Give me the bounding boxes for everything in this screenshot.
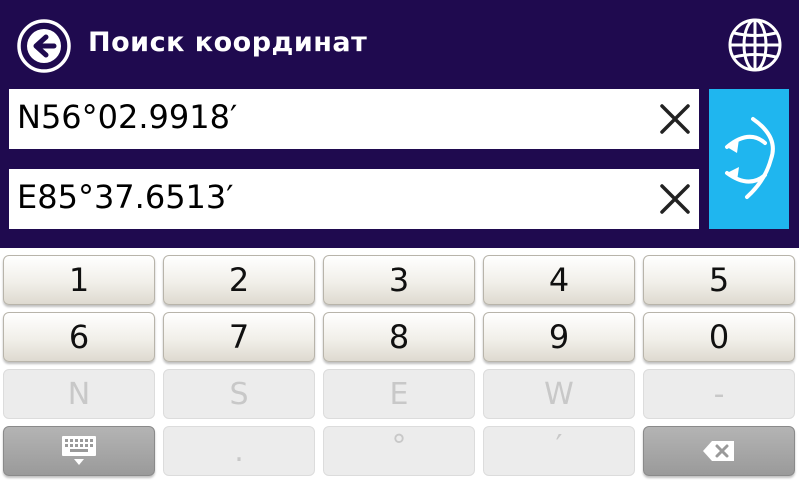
keyboard-toggle-button[interactable] — [3, 426, 155, 476]
key-e[interactable]: E — [323, 369, 475, 419]
clear-latitude-button[interactable] — [653, 97, 697, 141]
back-button[interactable] — [16, 18, 72, 74]
close-icon — [660, 104, 690, 134]
key-n[interactable]: N — [3, 369, 155, 419]
close-icon — [660, 184, 690, 214]
arrow-left-circle-icon — [17, 19, 71, 73]
coordinate-keyboard: 1 2 3 4 5 6 7 8 9 0 N S E W - . ° ′ — [0, 248, 799, 480]
key-6[interactable]: 6 — [3, 312, 155, 362]
backspace-icon — [703, 441, 734, 461]
key-minus[interactable]: - — [643, 369, 795, 419]
longitude-value: E85°37.6513′ — [17, 178, 234, 216]
key-minute[interactable]: ′ — [483, 426, 635, 476]
longitude-field[interactable]: E85°37.6513′ — [9, 169, 699, 229]
globe-button[interactable] — [726, 16, 784, 74]
key-3[interactable]: 3 — [323, 255, 475, 305]
key-2[interactable]: 2 — [163, 255, 315, 305]
key-w[interactable]: W — [483, 369, 635, 419]
key-9[interactable]: 9 — [483, 312, 635, 362]
clear-longitude-button[interactable] — [653, 177, 697, 221]
swap-format-button[interactable] — [709, 89, 789, 229]
key-8[interactable]: 8 — [323, 312, 475, 362]
backspace-button[interactable] — [643, 426, 795, 476]
keyboard-icon — [62, 436, 96, 465]
header: Поиск координат — [0, 0, 799, 88]
key-7[interactable]: 7 — [163, 312, 315, 362]
key-dot[interactable]: . — [163, 426, 315, 476]
key-1[interactable]: 1 — [3, 255, 155, 305]
key-0[interactable]: 0 — [643, 312, 795, 362]
key-s[interactable]: S — [163, 369, 315, 419]
key-degree[interactable]: ° — [323, 426, 475, 476]
key-4[interactable]: 4 — [483, 255, 635, 305]
key-5[interactable]: 5 — [643, 255, 795, 305]
latitude-field[interactable]: N56°02.9918′ — [9, 89, 699, 149]
latitude-value: N56°02.9918′ — [17, 98, 238, 136]
page-title: Поиск координат — [88, 27, 368, 58]
swap-arrows-icon — [725, 117, 775, 199]
globe-icon — [728, 18, 782, 72]
